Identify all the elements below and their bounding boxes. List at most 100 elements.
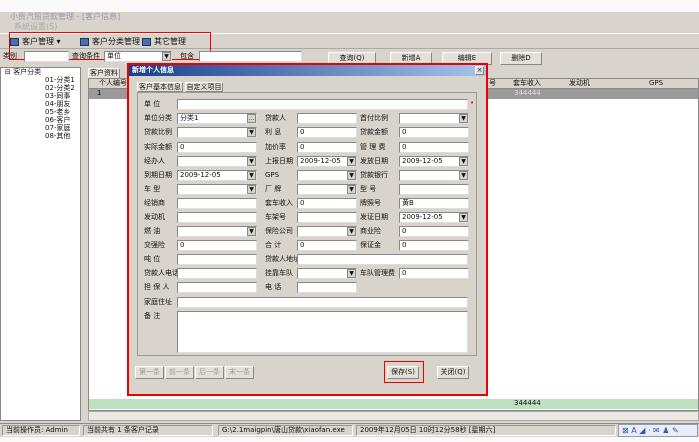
tree-item[interactable]: 08-其他	[23, 132, 80, 140]
chevron-down-icon[interactable]: ▼	[247, 185, 256, 194]
field-input[interactable]	[297, 113, 357, 124]
chevron-down-icon[interactable]: ▼	[247, 227, 256, 236]
field-select[interactable]: ▼	[177, 226, 257, 237]
status-bar: 当前操作员: Admin 当前共有 1 条客户记录 G:\2.1maigpin\…	[0, 423, 699, 437]
field-input[interactable]: 0	[297, 142, 357, 153]
contains-input[interactable]	[199, 51, 302, 62]
address-input[interactable]	[177, 297, 468, 308]
nav-button[interactable]: 前一条	[165, 366, 194, 379]
field-label: 车队管理费	[360, 269, 395, 277]
field-select[interactable]: 2009-12-05 ▼	[399, 156, 469, 167]
field-input[interactable]: 分类1 …	[177, 113, 257, 124]
nav-button[interactable]: 后一条	[195, 366, 224, 379]
nav-button[interactable]: 第一条	[135, 366, 164, 379]
field-select[interactable]: ▼	[297, 184, 357, 195]
field-label: 车架号	[265, 213, 286, 221]
delete-button[interactable]: 删除D	[500, 52, 542, 65]
field-input[interactable]: 0	[177, 142, 257, 153]
chevron-down-icon[interactable]: ▼	[247, 171, 256, 180]
ellipsis-icon[interactable]: …	[247, 114, 256, 123]
field-select[interactable]: ▼	[177, 156, 257, 167]
chevron-down-icon[interactable]: ▼	[247, 128, 256, 137]
chevron-down-icon[interactable]: ▼	[347, 227, 356, 236]
field-label: 保证金	[360, 241, 381, 249]
tree-item[interactable]: 02-分类2	[23, 84, 80, 92]
field-select[interactable]: ▼	[399, 113, 469, 124]
field-value: 0	[402, 143, 407, 151]
field-select[interactable]: ▼	[399, 170, 469, 181]
dialog-title: 新增个人信息	[129, 65, 486, 76]
field-input[interactable]: 0	[399, 127, 469, 138]
field-input[interactable]: 0	[399, 268, 469, 279]
field-input[interactable]: 0	[297, 127, 357, 138]
horizontal-scrollbar[interactable]	[88, 411, 699, 421]
field-input[interactable]: 0	[399, 226, 469, 237]
tab-basic-info[interactable]: 客户基本信息	[137, 82, 183, 92]
field-input[interactable]	[177, 254, 257, 265]
field-select[interactable]: ▼	[297, 268, 357, 279]
category-input[interactable]	[24, 51, 69, 62]
chevron-down-icon[interactable]: ▼	[162, 52, 171, 61]
chevron-down-icon[interactable]: ▼	[247, 157, 256, 166]
field-value: 分类1	[180, 114, 199, 122]
address-label: 家庭住址	[144, 298, 172, 306]
chevron-down-icon[interactable]: ▼	[459, 171, 468, 180]
field-input[interactable]	[177, 212, 257, 223]
tree-item[interactable]: 07-家庭	[23, 124, 80, 132]
condition-select[interactable]: 单位 ▼	[104, 51, 172, 62]
field-label: 车 型	[144, 185, 161, 193]
close-icon[interactable]: ×	[475, 66, 484, 75]
close-button[interactable]: 关闭(Q)	[437, 366, 469, 379]
chevron-down-icon[interactable]: ▼	[459, 157, 468, 166]
chevron-down-icon[interactable]: ▼	[459, 114, 468, 123]
tree-item[interactable]: 04-朋友	[23, 100, 80, 108]
field-input[interactable]: 黄B	[399, 198, 469, 209]
tree-item[interactable]: 01-分类1	[23, 76, 80, 84]
tree-item[interactable]: 03-同事	[23, 92, 80, 100]
add-customer-dialog: 新增个人信息 × 客户基本信息 自定义项目 单 位 • 单位分类 分类1 … 贷款人 首…	[127, 63, 488, 396]
row-id: 1	[97, 89, 102, 97]
chevron-down-icon[interactable]: ▼	[347, 157, 356, 166]
field-input[interactable]	[399, 184, 469, 195]
field-input[interactable]: 0	[177, 240, 257, 251]
field-input[interactable]	[297, 254, 468, 265]
field-select[interactable]: 2009-12-05 ▼	[399, 212, 469, 223]
remark-textarea[interactable]	[177, 311, 468, 353]
field-select[interactable]: ▼	[177, 184, 257, 195]
field-input[interactable]	[297, 282, 357, 293]
chevron-down-icon[interactable]: ▼	[347, 171, 356, 180]
field-select[interactable]: 2009-12-05 ▼	[177, 170, 257, 181]
field-input[interactable]	[177, 198, 257, 209]
window-title: 小贵汽贸贷款管理 - [客户信息]	[10, 12, 121, 21]
chevron-down-icon[interactable]: ▼	[459, 213, 468, 222]
field-input[interactable]: 0	[297, 240, 357, 251]
tab-custom-items[interactable]: 自定义项目	[185, 82, 223, 92]
field-input[interactable]	[177, 268, 257, 279]
field-input[interactable]: 0	[399, 240, 469, 251]
nav-button[interactable]: 末一条	[225, 366, 254, 379]
field-select[interactable]: 2009-12-05 ▼	[297, 156, 357, 167]
field-select[interactable]: ▼	[297, 226, 357, 237]
field-label: 合 计	[265, 241, 282, 249]
field-input[interactable]	[177, 282, 257, 293]
tree-root-label: 客户分类	[13, 68, 42, 76]
unit-input[interactable]	[177, 99, 468, 110]
chevron-down-icon[interactable]: ▼	[347, 269, 356, 278]
field-select[interactable]: ▼	[177, 127, 257, 138]
total-row	[89, 399, 698, 409]
menu-system-settings[interactable]: 系统设置(S)	[0, 22, 699, 32]
ime-toolbar[interactable]: ⊠ A ◢ · ✉ ♟ ✎	[618, 424, 698, 437]
tree-root[interactable]: ⊟ 客户分类	[1, 68, 80, 76]
field-input[interactable]: 0	[297, 198, 357, 209]
tree-item[interactable]: 05-老乡	[23, 108, 80, 116]
field-label: 实际金额	[144, 143, 172, 151]
remark-label: 备 注	[144, 312, 161, 320]
field-label: 牌照号	[360, 199, 381, 207]
field-select[interactable]: ▼	[297, 170, 357, 181]
chevron-down-icon[interactable]: ▼	[347, 185, 356, 194]
row-income: 344444	[514, 89, 541, 97]
tree-item[interactable]: 06-客户	[23, 116, 80, 124]
field-input[interactable]	[297, 212, 357, 223]
field-input[interactable]: 0	[399, 142, 469, 153]
field-label: 贷款金额	[360, 128, 388, 136]
